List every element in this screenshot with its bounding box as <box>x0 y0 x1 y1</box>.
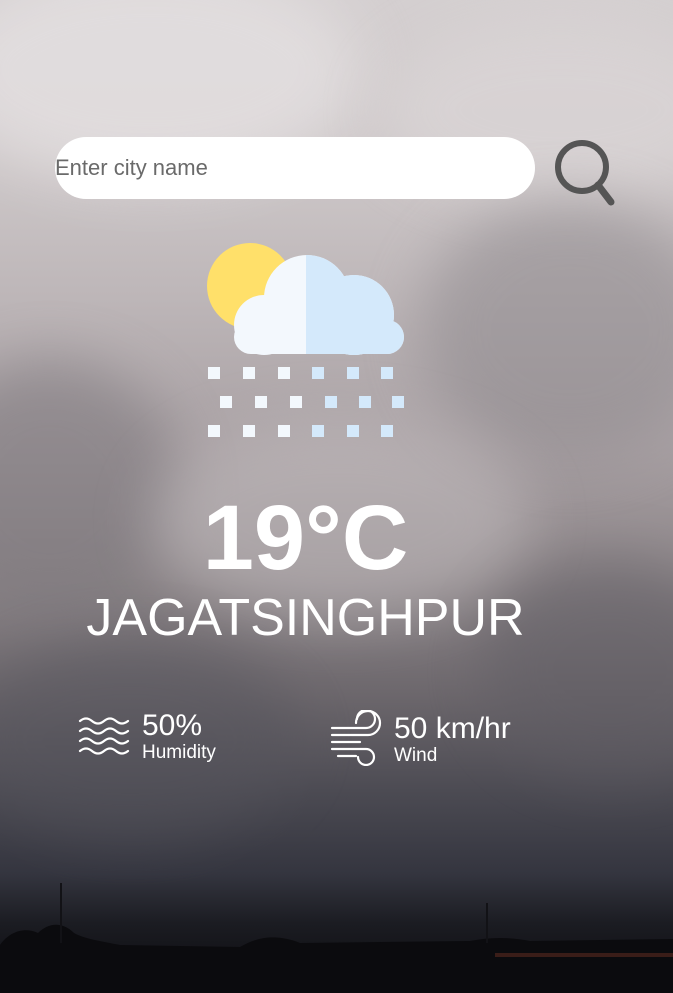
horizon-silhouette <box>0 883 673 993</box>
humidity-detail: 50% Humidity <box>78 710 216 764</box>
weather-app: 19°C JAGATSINGHPUR 50% Humidity <box>0 0 673 993</box>
city-name: JAGATSINGHPUR <box>86 589 525 647</box>
wind-detail: 50 km/hr Wind <box>330 708 511 771</box>
search-icon <box>555 140 615 206</box>
temperature: 19°C <box>202 487 409 589</box>
humidity-waves-icon <box>78 711 130 764</box>
city-search-input[interactable] <box>55 137 535 199</box>
humidity-label: Humidity <box>142 741 216 763</box>
search-bar <box>55 137 535 199</box>
wind-label: Wind <box>394 744 438 766</box>
humidity-value: 50% <box>142 709 203 742</box>
snow-flakes <box>208 367 302 437</box>
background-cloud <box>420 200 673 460</box>
wind-icon <box>330 708 382 771</box>
search-button[interactable] <box>551 136 617 208</box>
wind-value: 50 km/hr <box>394 712 511 746</box>
cloud-sun-snow-icon <box>207 243 404 437</box>
